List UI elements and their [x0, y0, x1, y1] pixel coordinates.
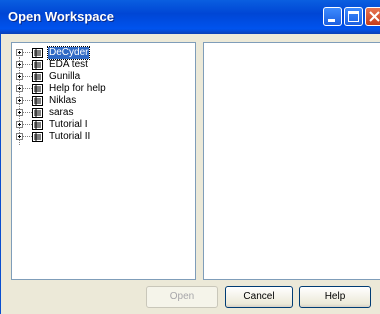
maximize-button[interactable] — [344, 7, 363, 26]
minimize-icon — [328, 19, 335, 22]
tree-connector — [23, 64, 32, 65]
tree-item-label: Tutorial II — [49, 131, 91, 142]
workspace-icon — [32, 84, 43, 94]
tree-item-label: Tutorial I — [49, 119, 88, 130]
title-bar[interactable]: Open Workspace — [0, 0, 380, 34]
workspace-icon — [32, 72, 43, 82]
expand-icon[interactable] — [16, 109, 23, 116]
tree-item-label: DeCyder — [46, 46, 91, 60]
workspace-icon — [32, 96, 43, 106]
expand-icon[interactable] — [16, 85, 23, 92]
workspace-icon — [32, 108, 43, 118]
expand-icon[interactable] — [16, 61, 23, 68]
expand-icon[interactable] — [16, 121, 23, 128]
expand-icon[interactable] — [16, 73, 23, 80]
window-title: Open Workspace — [8, 9, 114, 24]
workspace-detail-pane[interactable] — [203, 42, 380, 280]
tree-item-label: Niklas — [49, 95, 77, 106]
tree-item-label: Gunilla — [49, 71, 81, 82]
open-workspace-dialog: Open Workspace DeCyder EDA test Gunilla Hel… — [0, 0, 380, 314]
tree-item-label: saras — [49, 107, 74, 118]
tree-connector — [23, 112, 32, 113]
workspace-tree-pane[interactable]: DeCyder EDA test Gunilla Help for help Nikla… — [11, 42, 196, 280]
tree-item-label: Help for help — [49, 83, 106, 94]
expand-icon[interactable] — [16, 97, 23, 104]
tree-connector — [23, 88, 32, 89]
close-icon — [369, 11, 380, 22]
expand-icon[interactable] — [16, 133, 23, 140]
tree-connector — [23, 52, 32, 53]
workspace-icon — [32, 120, 43, 130]
workspace-icon — [32, 60, 43, 70]
tree-connector — [23, 76, 32, 77]
workspace-icon — [32, 132, 43, 142]
help-button[interactable]: Help — [299, 286, 371, 308]
expand-icon[interactable] — [16, 49, 23, 56]
workspace-icon — [32, 48, 43, 58]
open-button[interactable]: Open — [146, 286, 218, 308]
tree-connector — [23, 136, 32, 137]
minimize-button[interactable] — [323, 7, 342, 26]
tree-connector — [23, 100, 32, 101]
tree-connector — [23, 124, 32, 125]
dialog-body: DeCyder EDA test Gunilla Help for help Nikla… — [0, 34, 380, 314]
cancel-button[interactable]: Cancel — [225, 286, 293, 308]
maximize-icon — [348, 11, 359, 22]
tree-item-label: EDA test — [49, 59, 88, 70]
close-button[interactable] — [365, 7, 380, 26]
